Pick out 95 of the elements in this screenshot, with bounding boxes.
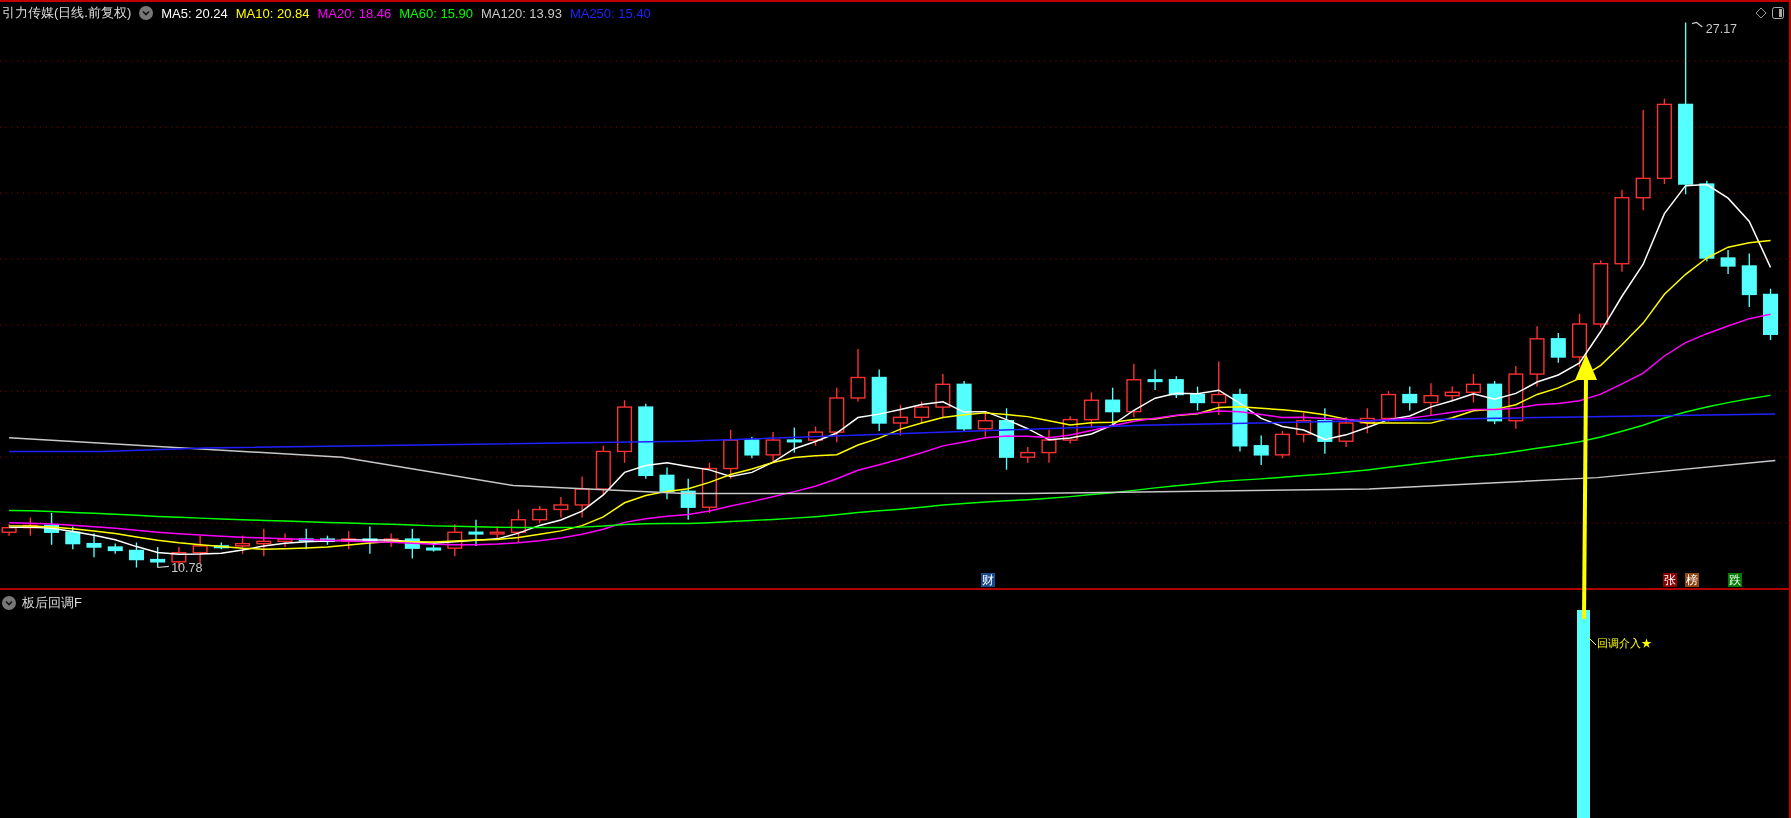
candlestick — [786, 426, 802, 454]
candlestick — [1423, 382, 1439, 416]
candlestick — [447, 523, 463, 557]
candlestick — [1317, 407, 1333, 455]
candlestick — [107, 542, 123, 555]
candlestick — [341, 530, 357, 550]
candlestick — [701, 462, 717, 514]
candlestick — [65, 525, 81, 550]
candlestick — [850, 348, 866, 403]
panel-toggle-icon[interactable] — [1772, 7, 1784, 19]
candlestick — [86, 532, 102, 558]
ma-legend-item: MA20: 18.46 — [317, 5, 392, 21]
candlestick — [1105, 387, 1121, 425]
candlestick — [723, 429, 739, 480]
candlestick — [1381, 390, 1397, 423]
ma-legend-item: MA120: 13.93 — [480, 5, 562, 21]
candlestick — [977, 412, 993, 438]
candlestick — [808, 425, 824, 447]
candlestick — [277, 532, 293, 548]
candlestick — [829, 387, 845, 444]
candlestick — [1232, 388, 1248, 453]
candlestick — [1296, 412, 1312, 444]
chevron-down-icon[interactable] — [139, 6, 154, 20]
candlestick — [1147, 368, 1163, 391]
candlestick — [468, 519, 484, 547]
leader-line — [156, 565, 170, 569]
candlestick — [1126, 363, 1142, 418]
leader-line — [1589, 638, 1596, 645]
candlestick — [595, 445, 611, 496]
candlestick — [1593, 259, 1609, 329]
candlestick — [128, 541, 144, 569]
candlestick — [1274, 430, 1290, 459]
candlestick — [1359, 407, 1375, 434]
low-price-label: 10.78 — [171, 561, 203, 576]
candlestick — [532, 505, 548, 524]
candlestick — [1508, 365, 1524, 430]
candlestick — [574, 475, 590, 519]
candlestick — [659, 466, 675, 500]
indicator-title: 板后回调F — [22, 594, 82, 612]
ma-legend-item: MA10: 20.84 — [235, 5, 310, 21]
candlestick — [956, 380, 972, 433]
candlestick — [892, 404, 908, 437]
candlestick — [1465, 373, 1481, 404]
leader-line — [1691, 21, 1703, 28]
candlestick — [680, 478, 696, 521]
candlestick — [1572, 313, 1588, 368]
stock-title: 引力传媒(日线.前复权) — [2, 4, 132, 22]
candlestick — [426, 544, 442, 553]
candlestick — [617, 399, 633, 464]
candlestick — [319, 534, 335, 546]
chevron-down-icon[interactable] — [2, 596, 16, 610]
candlestick — [150, 546, 166, 569]
candlestick — [1763, 288, 1779, 341]
ma-legend-item: MA5: 20.24 — [161, 5, 228, 21]
candlestick — [489, 525, 505, 540]
candlestick — [1529, 325, 1545, 388]
ma-legend-item: MA60: 15.90 — [399, 5, 473, 21]
candlestick — [1211, 360, 1227, 416]
signal-label: 回调介入★ — [1597, 636, 1652, 651]
candlestick — [1041, 429, 1057, 464]
candlestick — [192, 534, 208, 564]
candlestick — [1083, 391, 1099, 429]
candlestick — [1444, 385, 1460, 403]
candlestick — [383, 532, 399, 548]
candlestick — [256, 528, 272, 557]
candlestick — [999, 407, 1015, 471]
candlestick — [553, 496, 569, 519]
candlestick — [1020, 446, 1036, 464]
candlestick — [1741, 252, 1757, 308]
candlestick — [765, 431, 781, 464]
event-marker-tag[interactable]: 财 — [981, 573, 995, 587]
candlestick — [362, 525, 378, 555]
candlestick — [510, 508, 526, 544]
candlestick — [1062, 415, 1078, 445]
candlestick — [871, 368, 887, 432]
candlestick — [1402, 385, 1418, 412]
candlestick — [914, 400, 930, 424]
candlestick — [1720, 249, 1736, 275]
candlestick — [404, 528, 420, 560]
candlestick — [213, 541, 229, 550]
candlestick — [935, 373, 951, 418]
high-price-label: 27.17 — [1705, 21, 1738, 36]
candlestick — [1168, 375, 1184, 399]
candlestick — [1253, 434, 1269, 466]
event-marker-tag[interactable]: 跌 — [1728, 573, 1742, 587]
event-marker-tag[interactable]: 榜 — [1685, 573, 1699, 587]
diamond-icon[interactable] — [1755, 7, 1767, 19]
ma-legend-item: MA250: 15.40 — [569, 5, 651, 21]
candlestick — [744, 435, 760, 459]
candlestick — [1550, 332, 1566, 364]
event-marker-tag[interactable]: 张 — [1663, 573, 1677, 587]
candlestick — [1190, 385, 1206, 412]
candlestick — [44, 512, 60, 546]
candlestick — [298, 528, 314, 550]
candlestick — [1338, 416, 1354, 448]
